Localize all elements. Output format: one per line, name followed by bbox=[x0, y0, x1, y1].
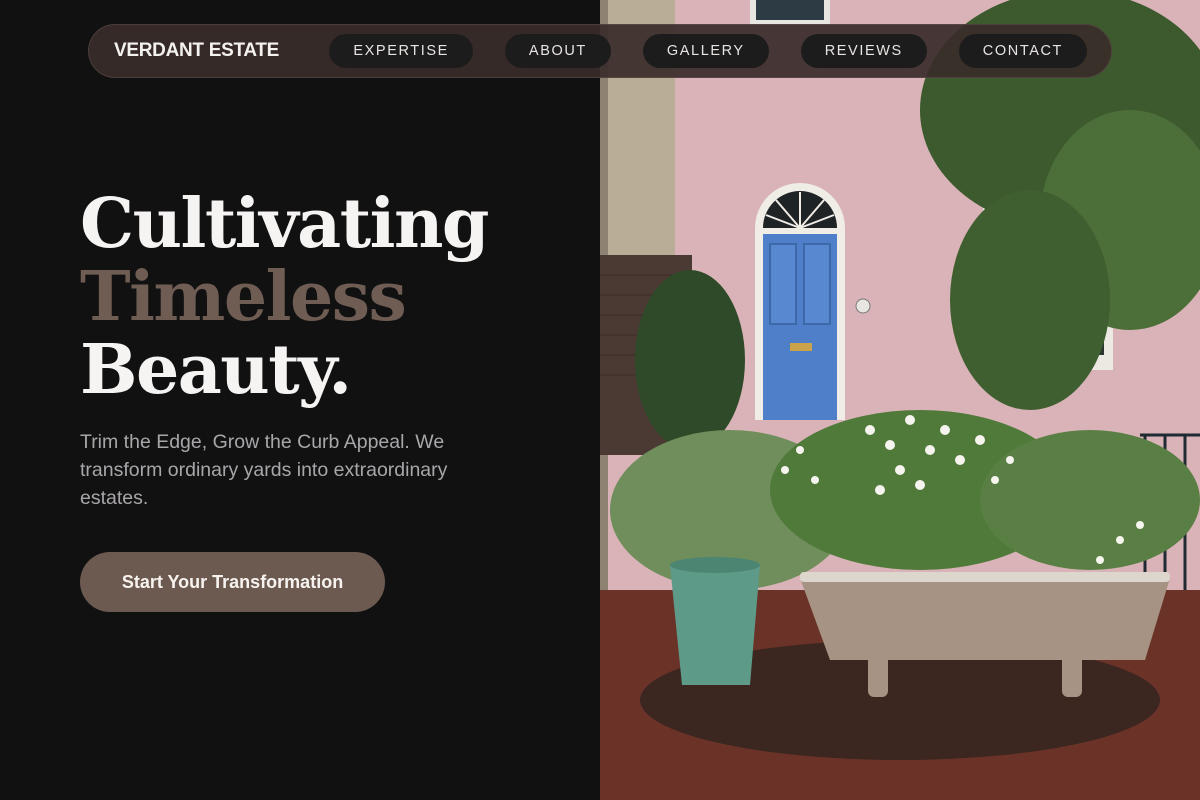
hero-heading-line-2: Timeless bbox=[80, 257, 407, 337]
hero-heading: Cultivating Timeless Beauty. bbox=[80, 184, 489, 410]
top-nav: VERDANT ESTATE EXPERTISE ABOUT GALLERY R… bbox=[88, 24, 1112, 78]
hero-heading-line-1: Cultivating bbox=[80, 184, 489, 264]
hero-subtitle: Trim the Edge, Grow the Curb Appeal. We … bbox=[80, 431, 448, 509]
nav-contact-link[interactable]: CONTACT bbox=[958, 34, 1087, 68]
hero-garden-image bbox=[600, 0, 1200, 800]
garden-facade-illustration bbox=[600, 0, 1200, 800]
nav-gallery-link[interactable]: GALLERY bbox=[642, 34, 769, 68]
nav-reviews-link[interactable]: REVIEWS bbox=[800, 34, 927, 68]
brand-logo-text[interactable]: VERDANT ESTATE bbox=[114, 40, 279, 62]
landing-page: VERDANT ESTATE EXPERTISE ABOUT GALLERY R… bbox=[0, 0, 1200, 800]
nav-links: EXPERTISE ABOUT GALLERY REVIEWS CONTACT bbox=[329, 34, 1087, 68]
nav-about-link[interactable]: ABOUT bbox=[504, 34, 611, 68]
start-transformation-button[interactable]: Start Your Transformation bbox=[80, 552, 385, 612]
nav-expertise-link[interactable]: EXPERTISE bbox=[329, 34, 473, 68]
hero-heading-line-3: Beauty. bbox=[80, 330, 352, 410]
